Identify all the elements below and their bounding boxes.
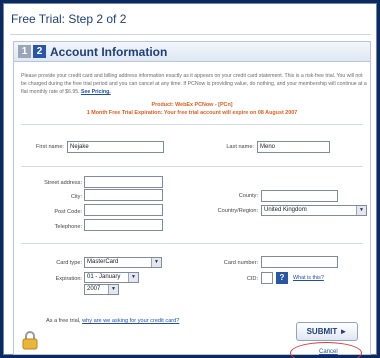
expiration-year-value: 2007 xyxy=(87,286,101,292)
divider xyxy=(21,243,363,244)
intro-body: Please provide your credit card and bill… xyxy=(21,73,367,95)
step-2-badge: 2 xyxy=(33,45,46,58)
free-trial-text: As a free trial, xyxy=(46,318,81,324)
telephone-field[interactable] xyxy=(84,219,163,231)
cancel-link[interactable]: Cancel xyxy=(319,349,338,355)
card-number-field[interactable] xyxy=(261,256,338,268)
county-field[interactable] xyxy=(261,190,338,202)
divider xyxy=(21,124,363,125)
see-pricing-link[interactable]: See Pricing. xyxy=(81,89,111,95)
card-type-select[interactable]: MasterCard ▼ xyxy=(84,257,162,268)
intro-text: Please provide your credit card and bill… xyxy=(21,72,367,96)
why-credit-card-link[interactable]: why are we asking for your credit card? xyxy=(82,318,179,324)
chevron-down-icon: ▼ xyxy=(356,206,366,215)
cid-field[interactable] xyxy=(261,272,273,284)
expiration-label: Expiration: xyxy=(55,276,82,282)
expiration-month-select[interactable]: 01 - January ▼ xyxy=(84,272,139,283)
country-select[interactable]: United Kingdom ▼ xyxy=(261,205,367,216)
step-1-badge: 1 xyxy=(18,45,31,58)
county-label: County: xyxy=(238,193,258,199)
street-address-field[interactable] xyxy=(84,176,163,188)
country-label: Country/Region: xyxy=(217,208,258,214)
cid-label: CID: xyxy=(246,276,258,282)
first-name-label: First name: xyxy=(36,144,64,150)
what-is-this-link[interactable]: What is this? xyxy=(293,275,324,281)
trial-expiration: 1 Month Free Trial Expiration: Your free… xyxy=(86,110,298,116)
question-icon[interactable]: ? xyxy=(276,272,288,284)
submit-button[interactable]: SUBMIT ► xyxy=(296,322,358,341)
expiration-year-select[interactable]: 2007 ▼ xyxy=(84,284,119,295)
last-name-label: Last name: xyxy=(226,144,254,150)
last-name-field[interactable]: Meno xyxy=(257,141,330,153)
expiration-month-value: 01 - January xyxy=(87,274,121,280)
telephone-label: Telephone: xyxy=(54,224,82,230)
card-type-label: Card type: xyxy=(56,260,82,266)
section-header: 1 2 Account Information xyxy=(14,42,370,62)
account-panel: 1 2 Account Information Please provide y… xyxy=(13,41,371,358)
city-label: City: xyxy=(70,194,82,200)
chevron-down-icon: ▼ xyxy=(151,258,161,267)
card-type-value: MasterCard xyxy=(87,259,119,265)
chevron-down-icon: ▼ xyxy=(108,285,118,294)
street-address-label: Street address: xyxy=(44,180,82,186)
card-number-label: Card number: xyxy=(223,260,258,266)
section-title: Account Information xyxy=(50,45,168,59)
divider xyxy=(21,166,363,167)
chevron-down-icon: ▼ xyxy=(128,273,138,282)
first-name-field[interactable]: Nejake xyxy=(67,141,164,153)
free-trial-note: As a free trial, why are we asking for y… xyxy=(46,318,179,324)
title-divider xyxy=(10,34,371,35)
post-code-label: Post Code: xyxy=(54,209,82,215)
post-code-field[interactable] xyxy=(84,204,163,216)
country-value: United Kingdom xyxy=(264,207,307,213)
dialog-frame: Free Trial: Step 2 of 2 1 2 Account Info… xyxy=(3,3,377,358)
product-name: Product: WebEx PCNow - [PCn] xyxy=(151,102,233,108)
street-address-line2-field[interactable] xyxy=(84,189,163,201)
window-title: Free Trial: Step 2 of 2 xyxy=(11,12,127,26)
lock-icon xyxy=(22,331,38,350)
